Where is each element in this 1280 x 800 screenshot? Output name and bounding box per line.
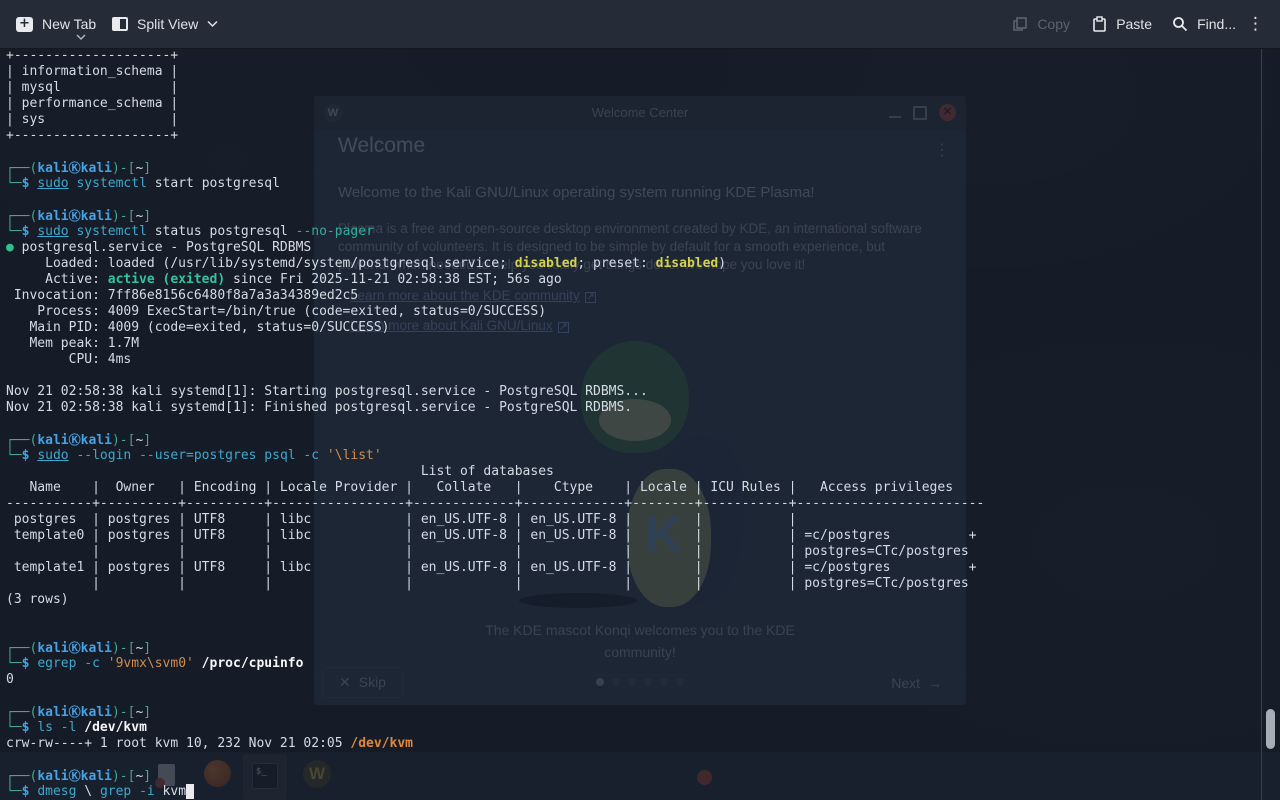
scrollbar-thumb[interactable] [1266, 709, 1275, 749]
paste-label: Paste [1116, 16, 1152, 32]
new-tab-icon [16, 17, 33, 32]
paste-icon [1092, 16, 1107, 32]
split-view-button[interactable]: Split View [112, 0, 218, 48]
copy-label: Copy [1037, 16, 1070, 32]
paste-button[interactable]: Paste [1092, 0, 1152, 48]
split-view-label: Split View [137, 16, 198, 32]
new-tab-label: New Tab [42, 16, 96, 32]
search-icon [1172, 16, 1188, 32]
split-view-chevron-icon [207, 20, 218, 28]
toolbar-overflow-menu-button[interactable]: ⋮ [1247, 0, 1264, 48]
copy-button[interactable]: Copy [1012, 0, 1070, 48]
scrollbar-track[interactable] [1261, 48, 1262, 800]
find-label: Find... [1197, 16, 1236, 32]
find-button[interactable]: Find... [1172, 0, 1236, 48]
copy-icon [1012, 16, 1028, 32]
new-tab-dropdown-chevron-icon[interactable] [76, 34, 86, 41]
terminal-output[interactable]: +--------------------+| information_sche… [0, 48, 1280, 800]
split-view-icon [112, 17, 128, 31]
terminal-toolbar: New Tab Split View Copy Paste Find... ⋮ [0, 0, 1280, 49]
